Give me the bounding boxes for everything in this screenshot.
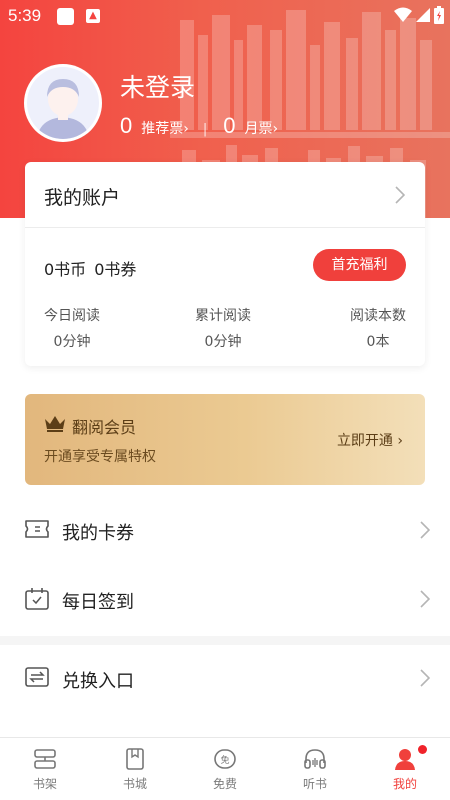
- month-ticket-link[interactable]: 月票›: [245, 118, 279, 138]
- chevron-right-icon: [420, 521, 430, 539]
- free-icon: 免: [214, 749, 236, 769]
- ticket-divider: |: [202, 122, 208, 137]
- nav-label: 书架: [32, 777, 57, 791]
- status-time: 5:39: [8, 6, 42, 25]
- section-divider: [0, 636, 450, 645]
- nav-label: 听书: [302, 777, 327, 791]
- stat-total: 累计阅读 0分钟: [195, 305, 251, 351]
- chevron-right-icon: [395, 186, 405, 204]
- bookshelf-icon: [34, 749, 56, 769]
- ticket-icon: [25, 520, 49, 538]
- nav-bookstore[interactable]: 书城: [90, 738, 180, 800]
- menu-label: 兑换入口: [62, 671, 134, 692]
- stat-value: 0分钟: [53, 334, 91, 350]
- vip-banner[interactable]: 翻阅会员 开通享受专属特权 立即开通 ›: [25, 394, 425, 485]
- notification-dot: [418, 745, 427, 754]
- default-avatar-icon: [27, 67, 99, 139]
- calendar-icon: [25, 588, 49, 610]
- exchange-icon: [25, 667, 49, 687]
- ticket-summary: 0 推荐票› | 0 月票›: [120, 113, 278, 139]
- battery-icon: [434, 6, 444, 24]
- nav-label: 免费: [212, 777, 237, 791]
- avatar[interactable]: [24, 64, 102, 142]
- stat-label: 累计阅读: [195, 308, 251, 324]
- nav-bookshelf[interactable]: 书架: [0, 738, 90, 800]
- stat-label: 今日阅读: [44, 308, 100, 324]
- bottom-navigation: 书架 书城 免 免费 听书 我的: [0, 737, 450, 800]
- month-ticket-count: 0: [223, 113, 236, 138]
- vip-title: 翻阅会员: [72, 418, 137, 437]
- menu-item-checkin[interactable]: 每日签到: [0, 567, 450, 635]
- stat-value: 0分钟: [204, 334, 242, 350]
- wifi-icon: [394, 7, 412, 22]
- coin-balance: 0书币: [44, 260, 87, 279]
- profile-icon: [395, 749, 415, 770]
- chevron-right-icon: [420, 669, 430, 687]
- vip-open-button[interactable]: 立即开通 ›: [337, 430, 403, 450]
- nav-audiobook[interactable]: 听书: [270, 738, 360, 800]
- vip-subtitle: 开通享受专属特权: [44, 449, 156, 465]
- nav-profile[interactable]: 我的: [360, 738, 450, 800]
- status-bar: 5:39 ▲: [0, 0, 450, 32]
- reading-stats: 今日阅读 0分钟 累计阅读 0分钟 阅读本数 0本: [25, 305, 425, 355]
- balance-row: 0书币 0书券: [44, 256, 136, 280]
- recommend-ticket-count: 0: [120, 113, 133, 138]
- account-header-row[interactable]: 我的账户: [25, 162, 425, 228]
- account-card: 我的账户 0书币 0书券 首充福利 今日阅读 0分钟 累计阅读 0分钟 阅读本数…: [25, 162, 425, 366]
- stat-books: 阅读本数 0本: [350, 305, 406, 351]
- nav-label: 我的: [392, 777, 417, 791]
- stat-today: 今日阅读 0分钟: [44, 305, 100, 351]
- book-store-icon: [126, 748, 144, 770]
- recommend-ticket-link[interactable]: 推荐票›: [141, 118, 189, 138]
- nav-label: 书城: [122, 777, 147, 791]
- login-status[interactable]: 未登录: [120, 68, 195, 104]
- crown-icon: [45, 416, 65, 432]
- app-a-icon: ▲: [86, 9, 100, 23]
- svg-text:免: 免: [220, 754, 229, 766]
- account-title: 我的账户: [44, 187, 121, 209]
- nav-free[interactable]: 免 免费: [180, 738, 270, 800]
- menu-label: 我的卡券: [62, 523, 134, 544]
- headphones-icon: [304, 749, 326, 769]
- notification-square-icon: [57, 8, 74, 25]
- stat-value: 0本: [366, 334, 390, 350]
- menu-item-redeem[interactable]: 兑换入口: [0, 646, 450, 714]
- chevron-right-icon: [420, 590, 430, 608]
- voucher-balance: 0书券: [94, 260, 137, 279]
- menu-item-coupons[interactable]: 我的卡券: [0, 498, 450, 566]
- first-recharge-button[interactable]: 首充福利: [313, 249, 406, 281]
- stat-label: 阅读本数: [350, 308, 406, 324]
- signal-icon: [416, 8, 430, 22]
- menu-label: 每日签到: [62, 592, 134, 613]
